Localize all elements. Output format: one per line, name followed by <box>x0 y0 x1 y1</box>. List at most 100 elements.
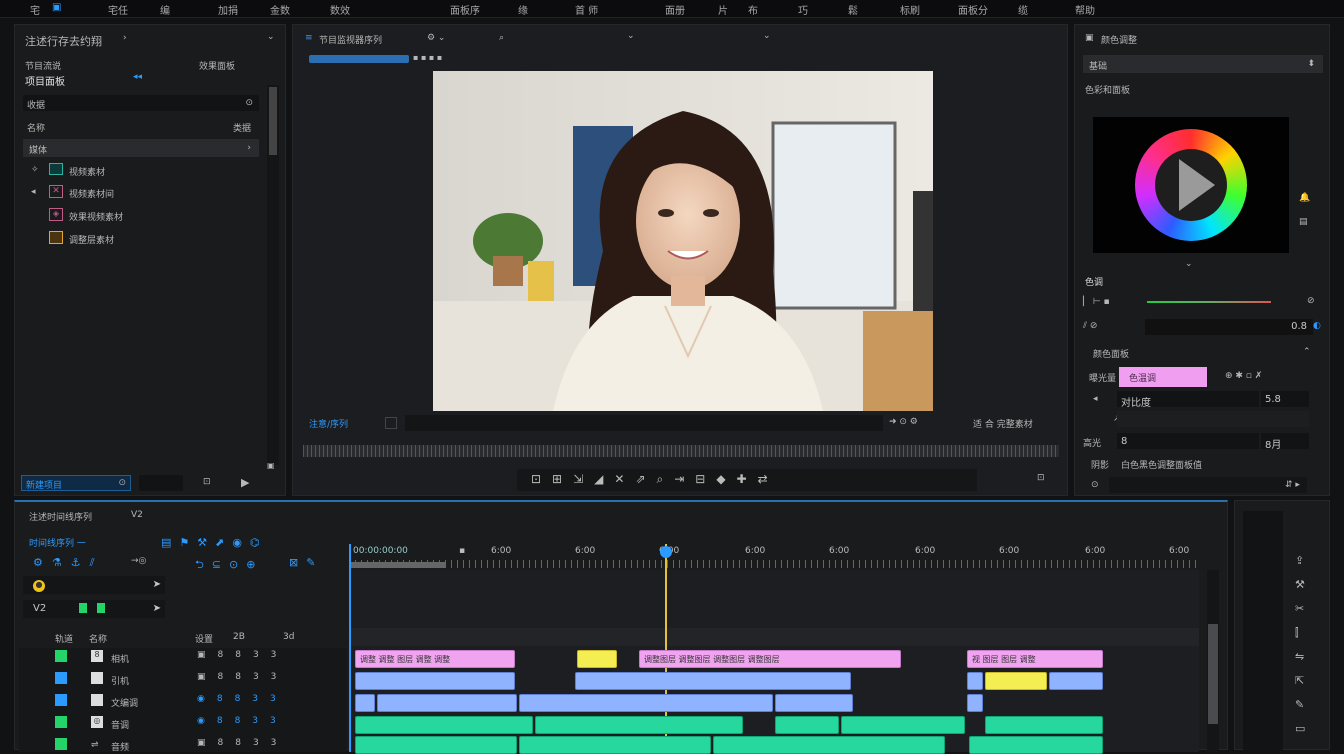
menu-item-15[interactable]: 缆 <box>1018 2 1028 17</box>
clip-title-2[interactable] <box>577 650 617 668</box>
clip-v1-4[interactable] <box>775 694 853 712</box>
highlights-row[interactable] <box>1117 411 1309 427</box>
clip-video-3[interactable] <box>967 672 983 690</box>
scrub-field[interactable] <box>405 415 883 431</box>
menu-graphics[interactable]: 面板序 <box>450 2 480 17</box>
clip-audio2-4[interactable] <box>969 736 1103 754</box>
tab-label[interactable]: 效果面板 <box>199 59 235 72</box>
link-icon[interactable]: →◎ <box>131 556 146 566</box>
track-4-color[interactable] <box>55 716 67 728</box>
collapse-icon[interactable]: ⌃ <box>1303 347 1311 357</box>
clip-audio-4[interactable] <box>841 716 965 734</box>
menu-item-11[interactable]: 巧 <box>798 2 808 17</box>
dropdown-icon[interactable]: ⌄ <box>627 31 635 41</box>
clip-title-4[interactable]: 视 图层 图层 调整 <box>967 650 1103 668</box>
expand-down-icon[interactable]: ⌄ <box>1185 259 1193 269</box>
clip-audio-2[interactable] <box>535 716 743 734</box>
scrollbar[interactable] <box>267 85 279 465</box>
timeline-scrollbar[interactable] <box>1207 570 1219 752</box>
menu-file[interactable]: 宅任 <box>108 2 128 17</box>
transport-controls[interactable]: ⊡⊞⇲◢✕⇗⌕⇥⊟◆✚⇄ <box>531 472 779 487</box>
track-5-color[interactable] <box>55 738 67 750</box>
panel-menu-icon[interactable]: ▣ <box>1085 33 1094 43</box>
clip-audio-3[interactable] <box>775 716 839 734</box>
expand-icon-2[interactable]: ◂ <box>31 187 36 197</box>
clip-v1-3[interactable] <box>519 694 773 712</box>
track-2-color[interactable] <box>55 672 67 684</box>
clip-audio2-1[interactable] <box>355 736 517 754</box>
clip-audio-5[interactable] <box>985 716 1103 734</box>
tool-row-3[interactable]: ⮌⊆⊙⊕ <box>195 556 263 575</box>
track-v2-header[interactable]: V2 ➤ <box>23 600 165 618</box>
menu-item-12[interactable]: 鬆 <box>848 2 858 17</box>
track-1-color[interactable] <box>55 650 67 662</box>
clip-video-4[interactable] <box>985 672 1047 690</box>
track-v3-header[interactable]: ● ➤ <box>23 576 165 594</box>
clip-v1-5[interactable] <box>967 694 983 712</box>
reset-icon[interactable]: ⊘ <box>1307 296 1315 306</box>
small-icons[interactable]: ▪ ▪ ▪ ▪ <box>413 53 442 62</box>
eyedropper-icons[interactable]: ⊕ ✱ ▫ ✗ <box>1225 371 1262 381</box>
tool-row-4[interactable]: ⊠✎ <box>289 556 323 569</box>
clip-audio-1[interactable] <box>355 716 533 734</box>
chevron-right-icon[interactable]: › <box>123 33 127 43</box>
target-icon[interactable]: ● <box>33 580 45 592</box>
highlights-field[interactable]: 8 <box>1117 433 1259 449</box>
timeline-tab-2[interactable]: V2 <box>131 510 143 520</box>
new-icon[interactable]: ⊙ <box>118 478 126 488</box>
playhead-handle[interactable] <box>660 546 672 558</box>
chevron-icon[interactable]: › <box>247 143 251 153</box>
tool-row-1[interactable]: ▤⚑⚒⬈◉⌬ <box>161 536 268 549</box>
menu-item-13[interactable]: 标刷 <box>900 2 920 17</box>
bottom-field[interactable] <box>1109 477 1307 493</box>
expand-arrow-icon[interactable]: ➤ <box>153 579 161 590</box>
clip-audio2-2[interactable] <box>519 736 711 754</box>
zoom-icons[interactable]: ➜ ⊙ ⚙ <box>889 417 918 427</box>
track-4-controls[interactable]: ◉8833 <box>197 716 288 726</box>
chevron-down-icon[interactable]: ⌄ <box>267 32 275 42</box>
slider-icons[interactable]: ▏ ⊢ ▪ <box>1083 297 1110 307</box>
clip-video-1[interactable] <box>355 672 515 690</box>
track-2-controls[interactable]: ▣8833 <box>197 672 288 682</box>
temperature-button[interactable]: 色温调 <box>1119 367 1207 387</box>
search-icon[interactable]: ⊙ <box>245 98 253 108</box>
menu-sequence[interactable]: 金数 <box>270 2 290 17</box>
menu-view[interactable]: 缘 <box>518 2 528 17</box>
lock-icon[interactable]: ▣ <box>267 461 275 470</box>
track-5-controls[interactable]: ▣8833 <box>197 738 288 748</box>
track-1-controls[interactable]: ▣8833 <box>197 650 288 660</box>
menu-help[interactable]: 面册 <box>665 2 685 17</box>
export-frame-icon[interactable]: ⊡ <box>1037 473 1045 483</box>
list-view-toggle[interactable] <box>139 475 183 491</box>
clip-v1-1[interactable] <box>355 694 375 712</box>
column-type[interactable]: 类据 <box>233 121 251 134</box>
checkbox[interactable] <box>385 417 397 429</box>
highlights-value-box[interactable]: 8月 <box>1261 433 1309 451</box>
wrench-icon[interactable]: ⌕ <box>499 33 504 43</box>
project-item-2[interactable]: 视频素材间 <box>69 187 114 200</box>
track-3-color[interactable] <box>55 694 67 706</box>
tools-strip[interactable]: ⇪ ⚒ ✂ ⫿ ⇋ ⇱ ✎ ▭ <box>1295 549 1309 741</box>
grid-icon[interactable]: ▤ <box>1299 217 1308 227</box>
clip-v1-2[interactable] <box>377 694 517 712</box>
clip-video-2[interactable] <box>575 672 851 690</box>
in-point-line[interactable] <box>349 544 351 752</box>
play-icon[interactable]: ▶ <box>241 476 249 489</box>
timeline-ruler[interactable]: 00:00:00:00 ▪ 6:00 6:00 6:00 6:00 6:00 6… <box>349 544 1199 570</box>
menu-item-9[interactable]: 片 <box>718 2 728 17</box>
color-wheel[interactable] <box>1135 129 1247 241</box>
menu-edit[interactable]: 编 <box>160 2 170 17</box>
expand-arrow-icon-2[interactable]: ➤ <box>153 603 161 614</box>
exposure-field[interactable]: 0.8 <box>1145 319 1313 335</box>
contrast-value-box[interactable]: 5.8 <box>1261 391 1309 407</box>
keyframe-icon[interactable]: ◐ <box>1313 321 1321 331</box>
bell-icon[interactable]: 🔔 <box>1299 193 1310 203</box>
clip-title-1[interactable]: 调整 调整 图层 调整 调整 <box>355 650 515 668</box>
folder-icon[interactable]: ⊡ <box>203 477 211 487</box>
nav-icons[interactable]: ⇵ ▸ <box>1285 480 1300 490</box>
dropdown-arrow-icon[interactable]: ⬍ <box>1307 59 1315 69</box>
menu-item-14[interactable]: 面板分 <box>958 2 988 17</box>
clip-audio2-3[interactable] <box>713 736 945 754</box>
menu-item-10[interactable]: 布 <box>748 2 758 17</box>
app-icon[interactable]: 宅 <box>30 2 40 17</box>
